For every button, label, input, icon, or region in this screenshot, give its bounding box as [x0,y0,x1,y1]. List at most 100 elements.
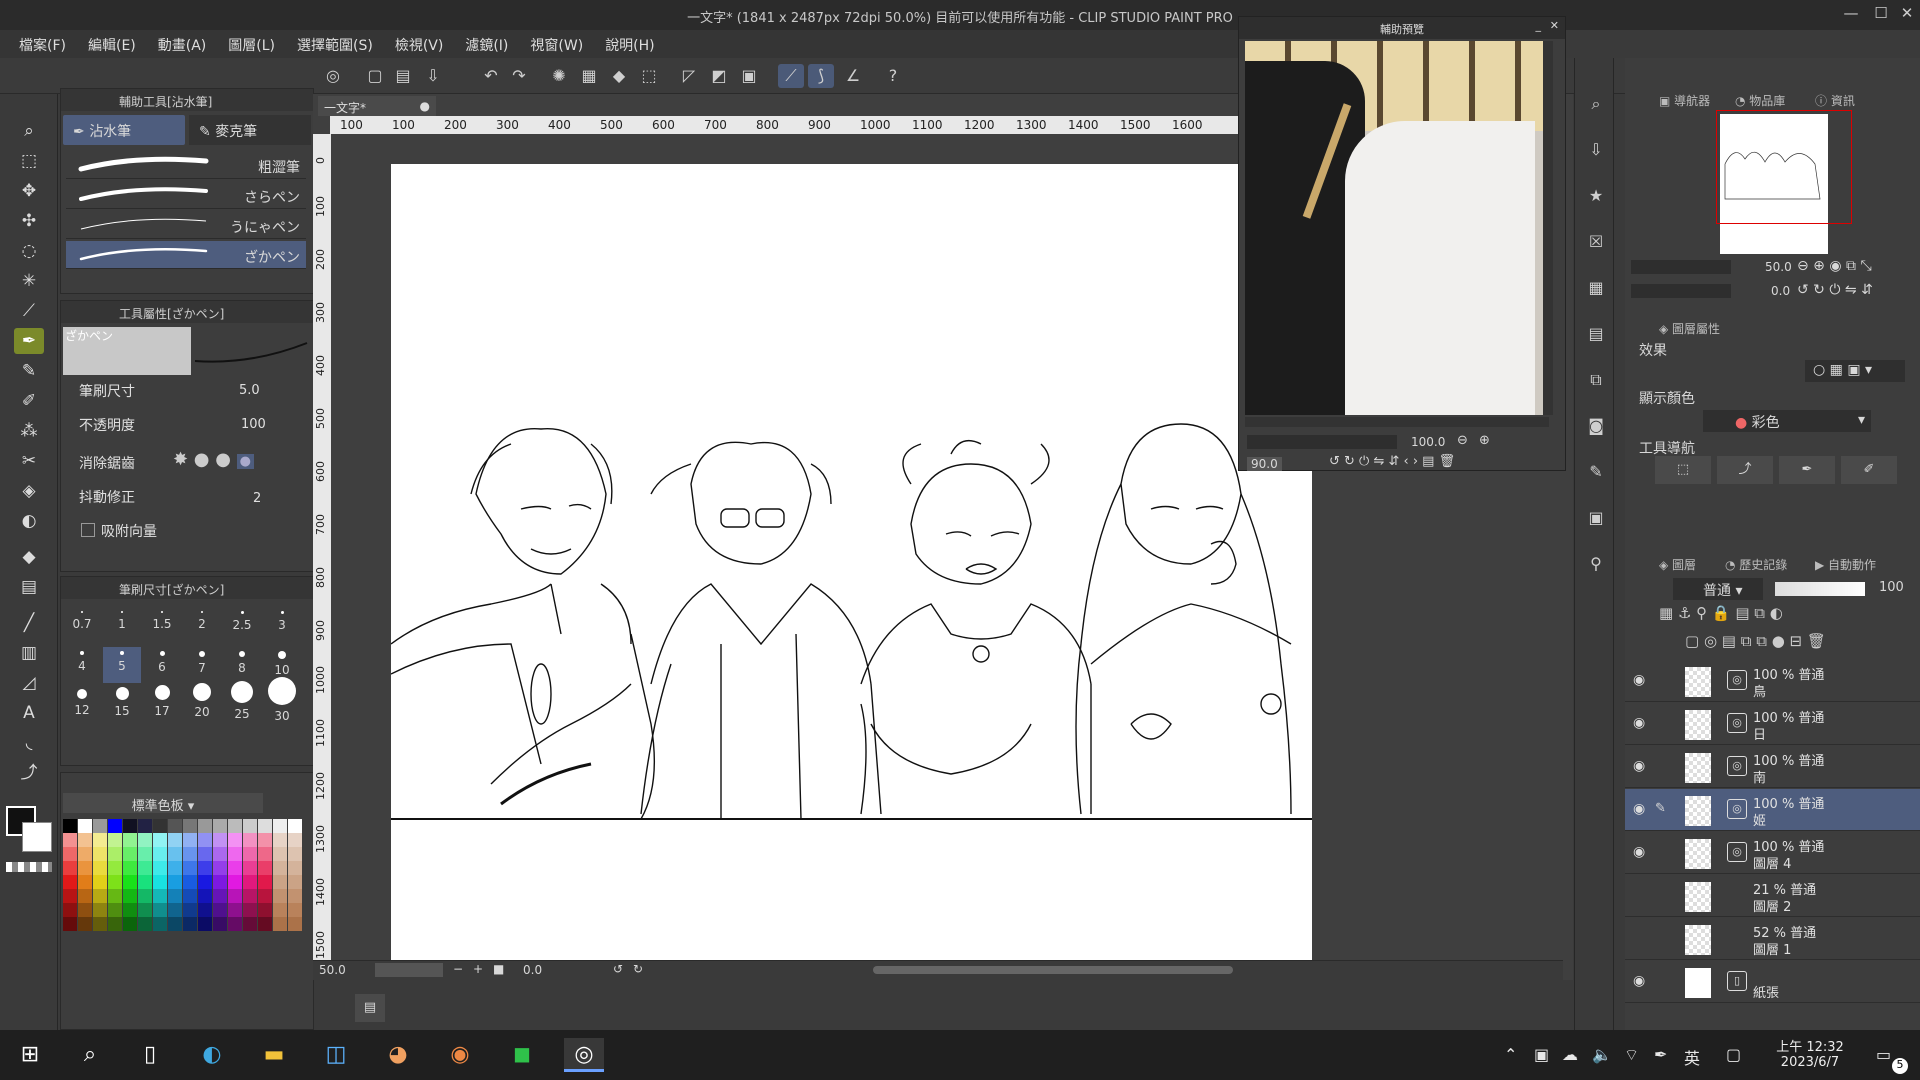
zoom-slider[interactable] [375,963,443,977]
pen-icon[interactable]: ✒ [1654,1045,1667,1064]
tab-navigator[interactable]: ▣ 導航器 [1659,92,1710,109]
grid-icon[interactable]: ▦ [1581,274,1611,302]
canvas-paper[interactable] [391,164,1312,962]
layers-icon[interactable]: ▤ [1581,320,1611,348]
color-swatch[interactable] [198,903,212,917]
color-swatch[interactable] [138,917,152,931]
navigator-angle-slider[interactable] [1631,284,1731,298]
clip-studio-taskbar-icon[interactable]: ◎ [564,1038,604,1072]
menu-animation[interactable]: 動畫(A) [147,30,218,58]
camera-icon[interactable]: ◙ [1581,412,1611,440]
sub-view-zoom-value[interactable]: 100.0 [1411,435,1445,449]
fit-icon[interactable]: ■ [493,962,504,976]
color-swatch[interactable] [183,875,197,889]
opacity-value[interactable]: 100 [241,417,266,432]
color-swatch[interactable] [183,889,197,903]
color-swatch[interactable] [243,847,257,861]
layer-row[interactable]: ◉ ✎ ◎ 100 % 普通姬 [1625,789,1920,831]
color-swatch[interactable] [138,903,152,917]
ime-mode-icon[interactable]: ▢ [1726,1045,1741,1064]
horizontal-scrollbar[interactable] [873,966,1233,974]
antialias-options[interactable]: ✸ ● ● ● [173,449,293,473]
color-swatch[interactable] [273,875,287,889]
new-file-icon[interactable]: ▢ [362,64,388,88]
close-box-icon[interactable]: ☒ [1581,228,1611,256]
sub-view-zoom-slider[interactable] [1247,435,1397,449]
color-swatch[interactable] [168,917,182,931]
color-swatch[interactable] [288,903,302,917]
download-icon[interactable]: ⇩ [1581,136,1611,164]
color-swatch[interactable] [108,889,122,903]
color-swatch[interactable] [78,847,92,861]
color-swatch[interactable] [183,847,197,861]
color-swatch[interactable] [183,833,197,847]
blend-tool-icon[interactable]: ◐ [14,508,44,534]
brush-size-preset[interactable]: 1 [103,611,141,631]
color-swatch[interactable] [63,833,77,847]
edit-icon[interactable]: ✎ [1581,458,1611,486]
frame-icon[interactable]: ▣ [736,64,762,88]
color-swatch[interactable] [63,875,77,889]
tool-nav-button[interactable]: ✐ [1841,456,1897,484]
layer-row[interactable]: ◉ ▯ 紙張 [1625,961,1920,1003]
color-swatch[interactable] [108,917,122,931]
navigator-zoom-slider[interactable] [1631,260,1731,274]
lasso-tool-icon[interactable]: ◌ [14,238,44,264]
color-swatch[interactable] [258,875,272,889]
gradient-tool-icon[interactable]: ▤ [14,574,44,600]
zoom-out-icon[interactable]: − [453,962,463,976]
color-swatch[interactable] [78,861,92,875]
help-icon[interactable]: ? [880,64,906,88]
color-swatch[interactable] [198,861,212,875]
snap-special-ruler-icon[interactable]: ⟆ [808,64,834,88]
color-swatch[interactable] [78,903,92,917]
color-swatch[interactable] [288,917,302,931]
color-swatch[interactable] [213,819,227,833]
tab-history[interactable]: ◔ 歷史記錄 [1725,556,1787,573]
correct-line-tool-icon[interactable]: ⤴ [14,760,44,786]
windows-start-icon[interactable]: ⊞ [10,1038,50,1072]
color-swatch[interactable] [198,889,212,903]
menu-help[interactable]: 說明(H) [594,30,665,58]
sub-view-hscrollbar[interactable] [1245,417,1549,427]
rotate-right-icon[interactable]: ↻ [633,962,643,976]
color-swatch[interactable] [108,903,122,917]
color-swatch[interactable] [288,833,302,847]
eye-icon[interactable]: ◉ [1633,844,1645,860]
color-swatch[interactable] [63,903,77,917]
undo-icon[interactable]: ↶ [478,64,504,88]
layer-row[interactable]: ◉ ◎ 100 % 普通鳥 [1625,660,1920,702]
color-swatch[interactable] [108,875,122,889]
zoom-tool-icon[interactable]: ⌕ [14,118,44,144]
clear-icon[interactable]: ✺ [546,64,572,88]
color-swatch[interactable] [123,861,137,875]
color-swatch[interactable] [168,875,182,889]
color-swatch[interactable] [288,889,302,903]
brush-item[interactable]: 粗澀筆 [66,151,306,179]
color-swatch[interactable] [213,833,227,847]
ruler-tool-icon[interactable]: ◿ [14,670,44,696]
transform-icon[interactable]: ⧉ [1581,366,1611,394]
pen-tool-icon[interactable]: ✒ [14,328,44,354]
sub-view-scrollbar[interactable] [1543,41,1553,415]
snap-grid-icon[interactable]: ∠ [840,64,866,88]
color-swatch[interactable] [93,819,107,833]
color-swatch[interactable] [213,875,227,889]
layer-row[interactable]: ◉ ◎ 100 % 普通南 [1625,746,1920,788]
search-icon[interactable]: ⌕ [70,1038,110,1072]
color-swatch[interactable] [228,861,242,875]
menu-view[interactable]: 檢視(V) [384,30,455,58]
brush-size-preset[interactable]: 4 [63,651,101,673]
color-swatch[interactable] [228,917,242,931]
color-swatch[interactable] [288,861,302,875]
color-swatch[interactable] [123,875,137,889]
brush-size-preset[interactable]: 6 [143,651,181,674]
color-swatch[interactable] [153,847,167,861]
invert-icon[interactable]: ◩ [706,64,732,88]
navigator-rotate-controls-icon[interactable]: ↺ ↻ ⏻ ⇋ ⇵ [1797,282,1873,298]
color-swatch[interactable] [138,875,152,889]
color-swatch[interactable] [138,819,152,833]
color-swatch[interactable] [93,875,107,889]
sub-view-angle-value[interactable]: 90.0 [1247,457,1282,471]
task-view-icon[interactable]: ▯ [130,1038,170,1072]
